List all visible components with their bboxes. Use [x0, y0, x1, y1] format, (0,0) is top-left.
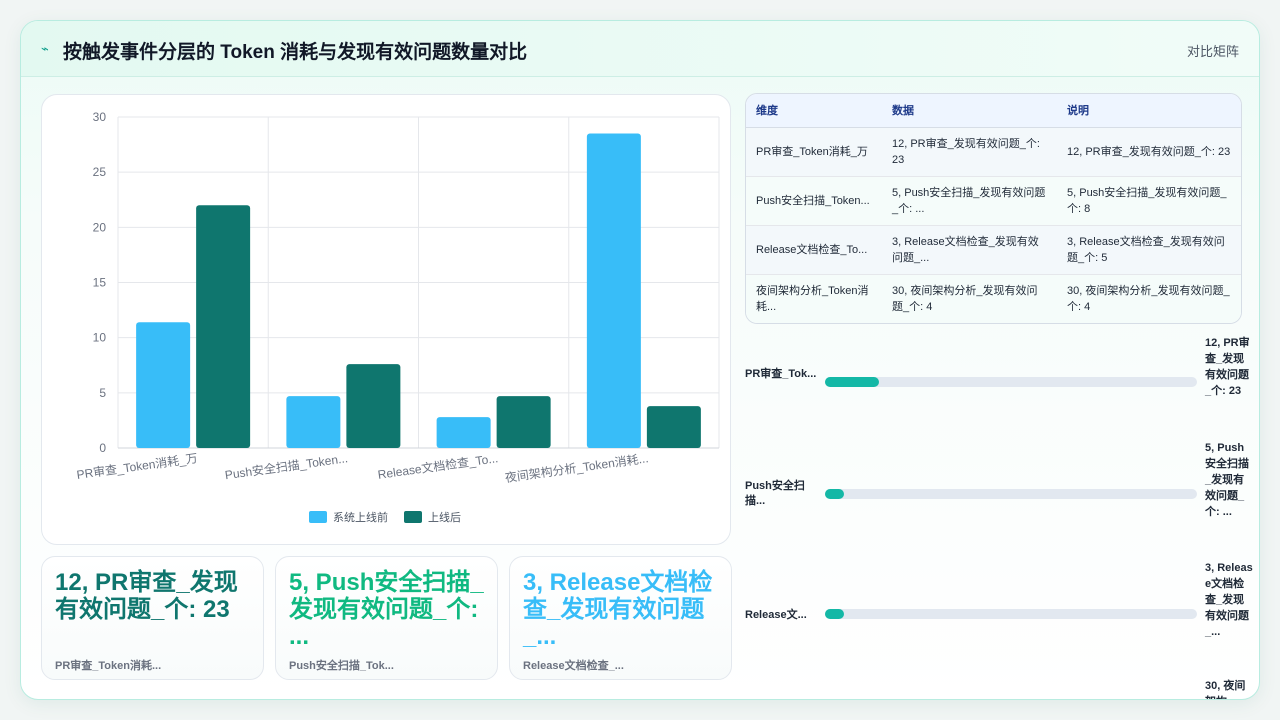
stat-label: Release文档检查_...	[523, 660, 624, 672]
table-cell: 3, Release文档检查_发现有效问题_...	[882, 225, 1057, 275]
legend-swatch	[404, 511, 422, 523]
header-tag: 对比矩阵	[1186, 44, 1239, 59]
progress-track	[825, 377, 1197, 387]
progress-label: PR审查_Tok...	[745, 368, 817, 380]
table-row: Push安全扫描_Token... 5, Push安全扫描_发现有效问题_个: …	[746, 176, 1241, 226]
progress-row-3: Release文... 3, Release文档检查_发现有效问题_...	[745, 562, 1259, 676]
progress-label: Push安全扫描...	[745, 480, 805, 507]
table-cell: 5, Push安全扫描_发现有效问题_个: ...	[882, 176, 1057, 226]
progress-value: 30, 夜间架构	[1205, 680, 1246, 699]
bar	[196, 205, 251, 448]
y-tick-label: 25	[93, 165, 107, 179]
progress-value: 5, Push安全扫描_发现有效问题_个: ...	[1205, 442, 1249, 518]
x-tick-label: PR审查_Token消耗_万	[76, 450, 199, 482]
stat-value: 12, PR审查_发现有效问题_个: 23	[55, 569, 238, 623]
x-tick-label: 夜间架构分析_Token消耗...	[504, 450, 649, 485]
bar	[436, 417, 491, 448]
bar	[346, 364, 401, 448]
stat-value: 5, Push安全扫描_发现有效问题_个: ...	[289, 569, 484, 650]
progress-row-1: PR审查_Tok... 12, PR审查_发现有效问题_个: 23	[745, 337, 1259, 451]
bar	[496, 396, 551, 448]
bar	[286, 396, 341, 448]
table-cell: PR审查_Token消耗_万	[746, 127, 882, 177]
bar	[646, 406, 701, 448]
table-row: Release文档检查_To... 3, Release文档检查_发现有效问题_…	[746, 225, 1241, 275]
y-tick-label: 0	[99, 441, 106, 455]
table-cell: 30, 夜间架构分析_发现有效问题_个: 4	[1057, 274, 1241, 323]
progress-value: 3, Release文档检查_发现有效问题_...	[1205, 562, 1253, 638]
progress-fill	[825, 609, 844, 619]
stat-value: 3, Release文档检查_发现有效问题_...	[523, 569, 713, 650]
stat-label: Push安全扫描_Tok...	[289, 660, 394, 672]
table-cell: 3, Release文档检查_发现有效问题_个: 5	[1057, 225, 1241, 275]
table-cell: 5, Push安全扫描_发现有效问题_个: 8	[1057, 176, 1241, 226]
progress-fill	[825, 377, 879, 387]
legend-label: 上线后	[428, 510, 461, 524]
column-header: 维度	[746, 94, 882, 128]
progress-value: 12, PR审查_发现有效问题_个: 23	[1205, 337, 1250, 397]
x-tick-label: Push安全扫描_Token...	[224, 450, 349, 482]
table-cell: 夜间架构分析_Token消耗...	[746, 274, 882, 323]
legend-label: 系统上线前	[333, 510, 388, 524]
y-tick-label: 30	[93, 110, 107, 124]
progress-row-2: Push安全扫描... 5, Push安全扫描_发现有效问题_个: ...	[745, 442, 1259, 556]
progress-fill	[825, 489, 844, 499]
table-row: PR审查_Token消耗_万 12, PR审查_发现有效问题_个: 23 12,…	[746, 127, 1241, 177]
page-title: 按触发事件分层的 Token 消耗与发现有效问题数量对比	[63, 42, 528, 63]
y-tick-label: 15	[93, 276, 107, 290]
progress-row-4: 30, 夜间架构	[745, 678, 1259, 699]
legend-swatch	[309, 511, 327, 523]
stat-label: PR审查_Token消耗...	[55, 660, 162, 672]
table-header-row: 维度 数据 说明	[746, 94, 1241, 128]
comparison-table: 维度 数据 说明 PR审查_Token消耗_万 12, PR审查_发现有效问题_…	[745, 93, 1242, 324]
chart-panel: 0 5 10 15 20 25 30 PR审查_Token消耗_万 Push安全扫描_Token…	[41, 94, 731, 545]
y-tick-label: 20	[93, 220, 107, 234]
table-cell: 12, PR审查_发现有效问题_个: 23	[882, 127, 1057, 177]
table-cell: 30, 夜间架构分析_发现有效问题_个: 4	[882, 274, 1057, 323]
bar	[136, 322, 191, 448]
header: ⌁ 按触发事件分层的 Token 消耗与发现有效问题数量对比 对比矩阵	[21, 21, 1259, 77]
column-header: 说明	[1057, 94, 1241, 128]
column-header: 数据	[882, 94, 1057, 128]
progress-track	[825, 489, 1197, 499]
stat-card-1: 12, PR审查_发现有效问题_个: 23 PR审查_Token消耗...	[41, 556, 264, 680]
y-tick-label: 5	[99, 386, 106, 400]
spark-icon: ⌁	[41, 41, 49, 56]
bar	[586, 133, 641, 449]
table-cell: Push安全扫描_Token...	[746, 176, 882, 226]
progress-label: Release文...	[745, 609, 807, 621]
dashboard-card: ⌁ 按触发事件分层的 Token 消耗与发现有效问题数量对比 对比矩阵 0 5 10…	[20, 20, 1260, 700]
table-cell: 12, PR审查_发现有效问题_个: 23	[1057, 127, 1241, 177]
x-tick-label: Release文档检查_To...	[377, 450, 499, 482]
table-row: 夜间架构分析_Token消耗... 30, 夜间架构分析_发现有效问题_个: 4…	[746, 274, 1241, 323]
stat-card-2: 5, Push安全扫描_发现有效问题_个: ... Push安全扫描_Tok..…	[275, 556, 498, 680]
progress-track	[825, 609, 1197, 619]
y-tick-label: 10	[93, 331, 107, 345]
stat-card-3: 3, Release文档检查_发现有效问题_... Release文档检查_..…	[509, 556, 732, 680]
table-cell: Release文档检查_To...	[746, 225, 882, 275]
bar-chart: 0 5 10 15 20 25 30 PR审查_Token消耗_万 Push安全扫描_Token…	[76, 110, 720, 524]
